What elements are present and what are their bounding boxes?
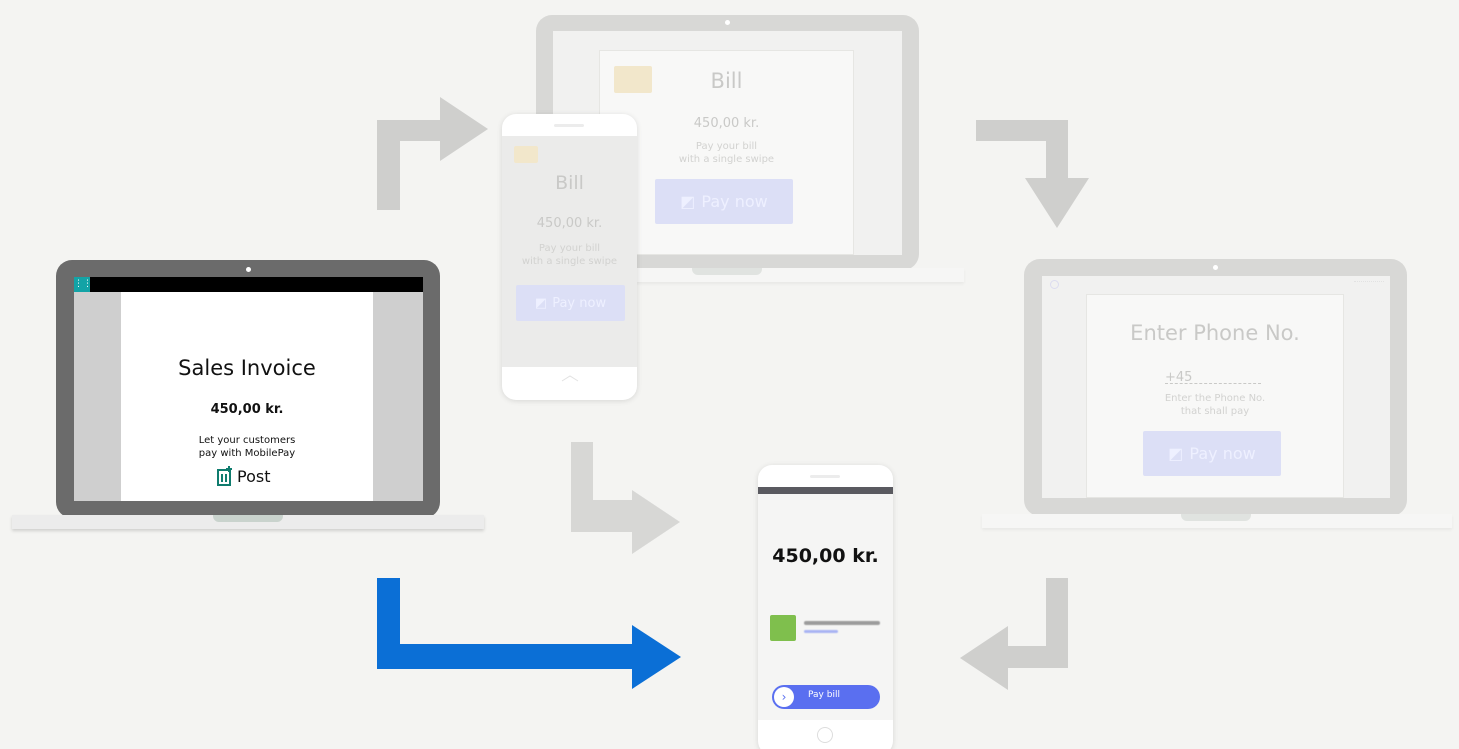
laptop-screen: ⋮⋮ Sales Invoice 450,00 kr. Let your cus… — [74, 277, 423, 501]
merchant-name-line — [804, 621, 880, 625]
pay-bill-slider[interactable]: › Pay bill — [772, 685, 880, 709]
bill-amount: 450,00 kr. — [536, 216, 603, 231]
invoice-amount: 450,00 kr. — [210, 402, 284, 417]
pay-now-label: Pay now — [552, 295, 607, 311]
waffle-icon[interactable]: ⋮⋮ — [74, 277, 92, 292]
arrow-to-phone-entry — [976, 120, 1089, 228]
slider-label: Pay bill — [808, 690, 840, 700]
post-logo-icon — [217, 466, 232, 486]
envelope-icon — [514, 146, 538, 163]
laptop-base — [598, 268, 964, 282]
phone-entry-title: Enter Phone No. — [1130, 321, 1300, 345]
pay-now-button[interactable]: ◩ Pay now — [1143, 431, 1281, 476]
phone-screen: Bill 450,00 kr. Pay your bill with a sin… — [502, 136, 637, 367]
phone-entry-desc-line1: Enter the Phone No. — [1164, 393, 1266, 404]
phone-number-field[interactable]: +45 — [1165, 366, 1261, 385]
country-code-prefix: +45 — [1165, 370, 1193, 385]
status-bar — [758, 487, 893, 494]
laptop-notch — [692, 268, 762, 275]
bill-title: Bill — [710, 69, 743, 93]
bill-desc-line1: Pay your bill — [538, 243, 601, 254]
bill-title: Bill — [555, 172, 584, 194]
phone-screen: 450,00 kr. › Pay bill — [758, 487, 893, 720]
phone-entry-card: Enter Phone No. +45 Enter the Phone No. … — [1086, 294, 1344, 498]
merchant-row — [770, 615, 885, 641]
bill-amount: 450,00 kr. — [693, 116, 760, 131]
bill-desc-line2: with a single swipe — [521, 256, 618, 267]
pay-now-button[interactable]: ◩ Pay now — [516, 285, 625, 321]
email-bill-phone: Bill 450,00 kr. Pay your bill with a sin… — [502, 114, 637, 400]
wallet-icon: ◩ — [534, 295, 548, 311]
invoice-document: Sales Invoice 450,00 kr. Let your custom… — [121, 292, 373, 501]
slider-handle[interactable]: › — [774, 687, 794, 707]
chevron-right-icon: › — [781, 690, 787, 704]
laptop-camera — [246, 267, 251, 272]
arrow-phone-to-mobilepay — [571, 442, 680, 554]
laptop-screen: Enter Phone No. +45 Enter the Phone No. … — [1042, 276, 1390, 498]
invoice-desc-line1: Let your customers — [198, 435, 296, 446]
arrow-entry-to-mobilepay — [960, 578, 1068, 690]
phone-speaker — [554, 124, 584, 127]
invoice-desc-line2: pay with MobilePay — [198, 448, 296, 459]
bill-desc-line1: Pay your bill — [695, 141, 758, 152]
laptop-notch — [213, 515, 283, 522]
app-logo-icon — [1050, 280, 1059, 289]
wallet-icon: ◩ — [1168, 444, 1184, 463]
bill-desc-line2: with a single swipe — [678, 154, 775, 165]
mobilepay-phone: 450,00 kr. › Pay bill — [758, 465, 893, 749]
post-logo: Post — [217, 464, 270, 488]
payment-amount: 450,00 kr. — [772, 545, 879, 567]
laptop-camera — [725, 20, 730, 25]
home-button[interactable] — [817, 727, 833, 743]
post-logo-text: Post — [237, 466, 271, 486]
invoice-title: Sales Invoice — [178, 356, 316, 380]
merchant-logo — [770, 615, 796, 641]
pay-now-button[interactable]: ◩ Pay now — [655, 179, 793, 224]
window-controls — [1354, 281, 1384, 286]
arrow-direct-mobilepay — [377, 578, 681, 689]
wallet-icon: ◩ — [680, 192, 696, 211]
phone-entry-desc-line2: that shall pay — [1180, 406, 1250, 417]
pay-now-label: Pay now — [1189, 444, 1256, 463]
arrow-to-email — [377, 97, 488, 210]
laptop-camera — [1213, 265, 1218, 270]
bill-card: Bill 450,00 kr. Pay your bill with a sin… — [599, 50, 854, 255]
phone-speaker — [810, 475, 840, 478]
app-titlebar — [74, 277, 423, 292]
merchant-sub-line — [804, 630, 838, 633]
pay-now-label: Pay now — [701, 192, 768, 211]
swipe-chevron-icon — [561, 375, 579, 382]
laptop-notch — [1181, 514, 1251, 521]
